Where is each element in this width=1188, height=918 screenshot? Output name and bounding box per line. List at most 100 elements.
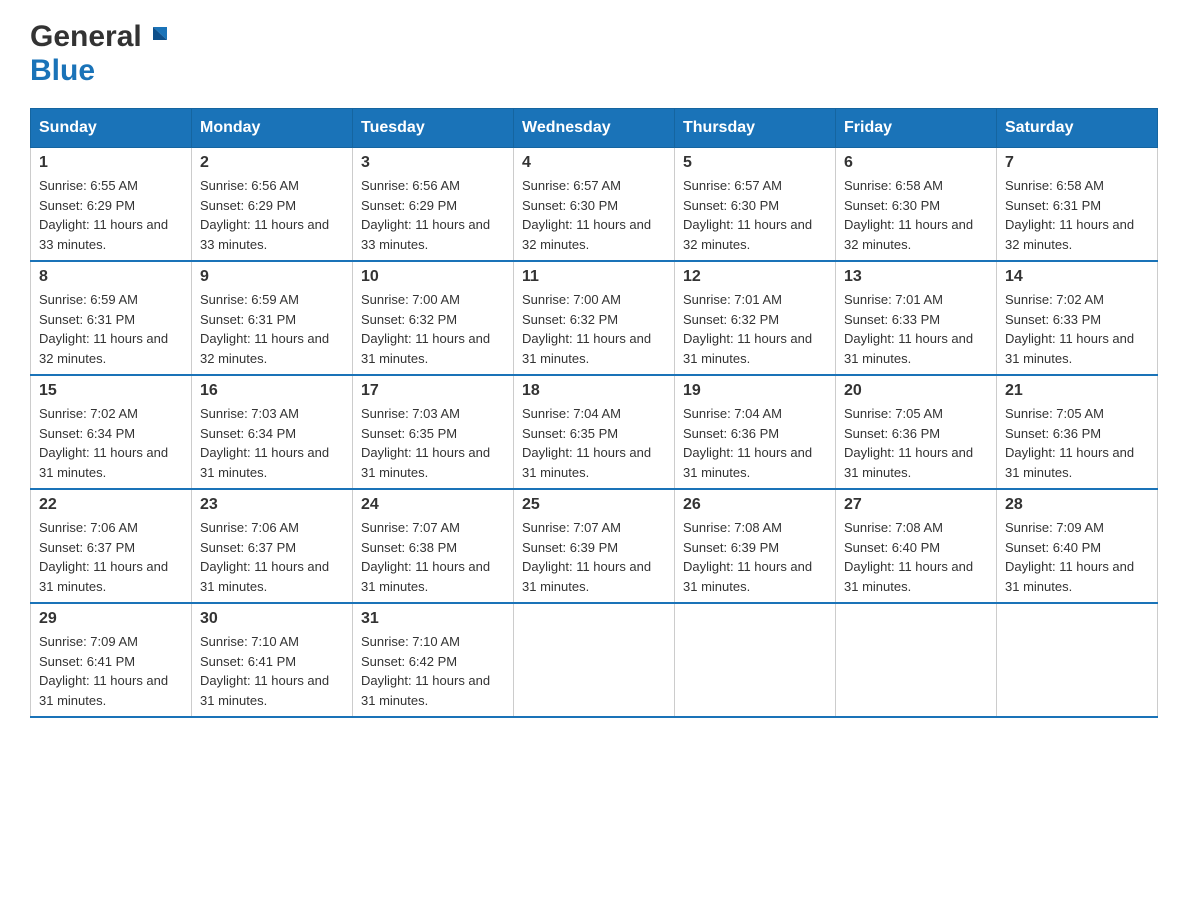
day-number: 2 [200,154,344,172]
sunrise-label: Sunrise: 6:55 AM [39,178,138,193]
calendar-cell: 7 Sunrise: 6:58 AM Sunset: 6:31 PM Dayli… [997,148,1158,262]
sunrise-label: Sunrise: 7:00 AM [361,292,460,307]
day-number: 5 [683,154,827,172]
calendar-cell: 19 Sunrise: 7:04 AM Sunset: 6:36 PM Dayl… [675,375,836,489]
sunset-label: Sunset: 6:36 PM [1005,426,1101,441]
daylight-label: Daylight: 11 hours and 31 minutes. [39,673,168,708]
calendar-cell: 2 Sunrise: 6:56 AM Sunset: 6:29 PM Dayli… [192,148,353,262]
day-number: 30 [200,610,344,628]
day-number: 16 [200,382,344,400]
day-number: 3 [361,154,505,172]
daylight-label: Daylight: 11 hours and 31 minutes. [683,445,812,480]
header-friday: Friday [836,109,997,148]
daylight-label: Daylight: 11 hours and 31 minutes. [39,559,168,594]
sunset-label: Sunset: 6:32 PM [522,312,618,327]
sunrise-label: Sunrise: 7:06 AM [39,520,138,535]
daylight-label: Daylight: 11 hours and 31 minutes. [200,559,329,594]
sunrise-label: Sunrise: 7:09 AM [1005,520,1104,535]
day-info: Sunrise: 7:06 AM Sunset: 6:37 PM Dayligh… [200,518,344,596]
day-number: 27 [844,496,988,514]
sunset-label: Sunset: 6:37 PM [200,540,296,555]
sunrise-label: Sunrise: 7:04 AM [522,406,621,421]
calendar-cell [997,603,1158,717]
calendar-week-1: 1 Sunrise: 6:55 AM Sunset: 6:29 PM Dayli… [31,148,1158,262]
page-header: General Blue [30,20,1158,88]
calendar-cell: 17 Sunrise: 7:03 AM Sunset: 6:35 PM Dayl… [353,375,514,489]
sunrise-label: Sunrise: 7:08 AM [844,520,943,535]
day-number: 10 [361,268,505,286]
day-number: 17 [361,382,505,400]
day-info: Sunrise: 7:10 AM Sunset: 6:41 PM Dayligh… [200,632,344,710]
calendar-week-5: 29 Sunrise: 7:09 AM Sunset: 6:41 PM Dayl… [31,603,1158,717]
day-info: Sunrise: 7:07 AM Sunset: 6:39 PM Dayligh… [522,518,666,596]
sunset-label: Sunset: 6:35 PM [361,426,457,441]
calendar-cell: 4 Sunrise: 6:57 AM Sunset: 6:30 PM Dayli… [514,148,675,262]
sunrise-label: Sunrise: 7:05 AM [844,406,943,421]
day-info: Sunrise: 6:59 AM Sunset: 6:31 PM Dayligh… [200,290,344,368]
day-info: Sunrise: 7:01 AM Sunset: 6:33 PM Dayligh… [844,290,988,368]
daylight-label: Daylight: 11 hours and 32 minutes. [844,217,973,252]
sunrise-label: Sunrise: 6:59 AM [39,292,138,307]
sunset-label: Sunset: 6:40 PM [1005,540,1101,555]
sunset-label: Sunset: 6:33 PM [1005,312,1101,327]
daylight-label: Daylight: 11 hours and 32 minutes. [1005,217,1134,252]
sunrise-label: Sunrise: 7:08 AM [683,520,782,535]
daylight-label: Daylight: 11 hours and 33 minutes. [39,217,168,252]
sunset-label: Sunset: 6:32 PM [361,312,457,327]
calendar-cell: 28 Sunrise: 7:09 AM Sunset: 6:40 PM Dayl… [997,489,1158,603]
calendar-cell: 18 Sunrise: 7:04 AM Sunset: 6:35 PM Dayl… [514,375,675,489]
calendar-cell [514,603,675,717]
sunset-label: Sunset: 6:34 PM [39,426,135,441]
day-info: Sunrise: 7:10 AM Sunset: 6:42 PM Dayligh… [361,632,505,710]
calendar-cell: 6 Sunrise: 6:58 AM Sunset: 6:30 PM Dayli… [836,148,997,262]
sunrise-label: Sunrise: 6:58 AM [1005,178,1104,193]
daylight-label: Daylight: 11 hours and 31 minutes. [361,673,490,708]
sunset-label: Sunset: 6:42 PM [361,654,457,669]
calendar-cell: 15 Sunrise: 7:02 AM Sunset: 6:34 PM Dayl… [31,375,192,489]
sunset-label: Sunset: 6:33 PM [844,312,940,327]
daylight-label: Daylight: 11 hours and 31 minutes. [844,559,973,594]
sunrise-label: Sunrise: 7:06 AM [200,520,299,535]
day-number: 20 [844,382,988,400]
sunrise-label: Sunrise: 7:03 AM [361,406,460,421]
sunrise-label: Sunrise: 7:05 AM [1005,406,1104,421]
day-info: Sunrise: 6:56 AM Sunset: 6:29 PM Dayligh… [361,176,505,254]
sunrise-label: Sunrise: 7:10 AM [361,634,460,649]
sunset-label: Sunset: 6:32 PM [683,312,779,327]
sunrise-label: Sunrise: 7:10 AM [200,634,299,649]
day-number: 29 [39,610,183,628]
calendar-cell: 13 Sunrise: 7:01 AM Sunset: 6:33 PM Dayl… [836,261,997,375]
sunset-label: Sunset: 6:36 PM [683,426,779,441]
day-number: 4 [522,154,666,172]
daylight-label: Daylight: 11 hours and 31 minutes. [844,445,973,480]
day-info: Sunrise: 7:08 AM Sunset: 6:40 PM Dayligh… [844,518,988,596]
calendar-week-4: 22 Sunrise: 7:06 AM Sunset: 6:37 PM Dayl… [31,489,1158,603]
daylight-label: Daylight: 11 hours and 31 minutes. [200,445,329,480]
calendar-table: SundayMondayTuesdayWednesdayThursdayFrid… [30,108,1158,718]
day-info: Sunrise: 7:01 AM Sunset: 6:32 PM Dayligh… [683,290,827,368]
sunset-label: Sunset: 6:31 PM [39,312,135,327]
logo-arrow-icon [145,22,175,52]
daylight-label: Daylight: 11 hours and 31 minutes. [1005,445,1134,480]
header-thursday: Thursday [675,109,836,148]
day-number: 25 [522,496,666,514]
day-number: 24 [361,496,505,514]
day-info: Sunrise: 7:05 AM Sunset: 6:36 PM Dayligh… [844,404,988,482]
sunrise-label: Sunrise: 6:56 AM [200,178,299,193]
calendar-cell: 23 Sunrise: 7:06 AM Sunset: 6:37 PM Dayl… [192,489,353,603]
day-number: 21 [1005,382,1149,400]
calendar-cell: 5 Sunrise: 6:57 AM Sunset: 6:30 PM Dayli… [675,148,836,262]
calendar-cell: 27 Sunrise: 7:08 AM Sunset: 6:40 PM Dayl… [836,489,997,603]
day-number: 19 [683,382,827,400]
day-info: Sunrise: 7:08 AM Sunset: 6:39 PM Dayligh… [683,518,827,596]
day-info: Sunrise: 7:02 AM Sunset: 6:33 PM Dayligh… [1005,290,1149,368]
sunset-label: Sunset: 6:37 PM [39,540,135,555]
sunrise-label: Sunrise: 6:58 AM [844,178,943,193]
sunset-label: Sunset: 6:36 PM [844,426,940,441]
sunrise-label: Sunrise: 7:00 AM [522,292,621,307]
calendar-cell: 14 Sunrise: 7:02 AM Sunset: 6:33 PM Dayl… [997,261,1158,375]
daylight-label: Daylight: 11 hours and 32 minutes. [200,331,329,366]
day-info: Sunrise: 7:09 AM Sunset: 6:41 PM Dayligh… [39,632,183,710]
daylight-label: Daylight: 11 hours and 32 minutes. [39,331,168,366]
sunset-label: Sunset: 6:31 PM [200,312,296,327]
